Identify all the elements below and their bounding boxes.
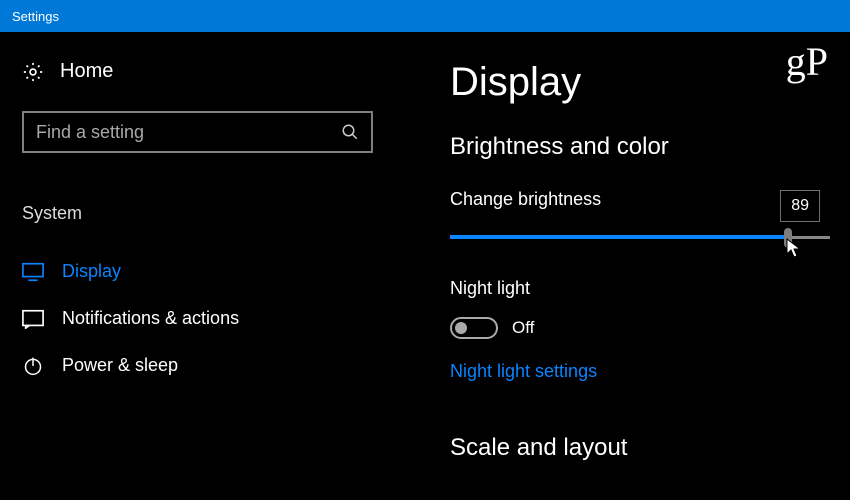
search-input[interactable]: Find a setting xyxy=(22,111,373,153)
watermark: gP xyxy=(786,38,828,85)
monitor-icon xyxy=(22,262,44,282)
window-title: Settings xyxy=(12,9,59,24)
home-button[interactable]: Home xyxy=(22,60,373,83)
brightness-value-tooltip: 89 xyxy=(780,190,820,222)
window-titlebar: Settings xyxy=(0,0,850,32)
night-light-settings-link[interactable]: Night light settings xyxy=(450,361,597,382)
sidebar-item-power[interactable]: Power & sleep xyxy=(22,342,373,389)
power-icon xyxy=(22,356,44,376)
sidebar-item-label: Notifications & actions xyxy=(62,308,239,329)
section-brightness-label: Brightness and color xyxy=(450,133,840,161)
brightness-slider[interactable] xyxy=(450,228,830,248)
sidebar-item-label: Display xyxy=(62,261,121,282)
sidebar-item-label: Power & sleep xyxy=(62,355,178,376)
toggle-knob xyxy=(455,322,467,334)
category-label: System xyxy=(22,203,373,224)
search-icon xyxy=(341,123,359,141)
page-title: Display xyxy=(450,60,840,105)
sidebar-item-display[interactable]: Display xyxy=(22,248,373,295)
notifications-icon xyxy=(22,309,44,329)
section-scale-label: Scale and layout xyxy=(450,434,840,462)
search-placeholder: Find a setting xyxy=(36,122,144,143)
sidebar: Home Find a setting System Display Notif… xyxy=(0,32,395,500)
night-light-label: Night light xyxy=(450,278,840,299)
sidebar-item-notifications[interactable]: Notifications & actions xyxy=(22,295,373,342)
night-light-toggle[interactable] xyxy=(450,317,498,339)
night-light-state: Off xyxy=(512,318,534,338)
slider-fill xyxy=(450,235,788,239)
slider-thumb[interactable] xyxy=(784,228,792,248)
home-label: Home xyxy=(60,60,113,83)
main-panel: 89 Display Brightness and color Change b… xyxy=(395,32,850,500)
gear-icon xyxy=(22,61,44,83)
